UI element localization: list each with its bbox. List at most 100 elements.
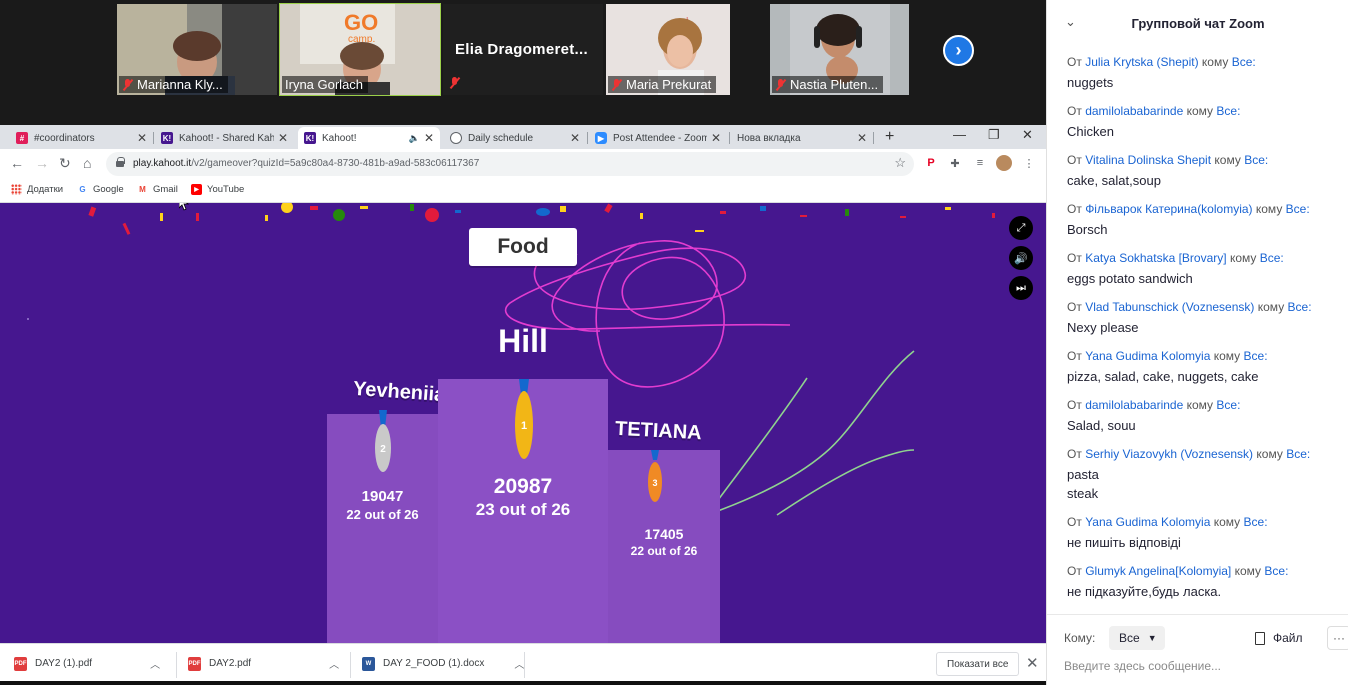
- svg-text:1: 1: [521, 420, 527, 432]
- close-tab-icon[interactable]: ✕: [711, 131, 721, 145]
- message-text: Salad, souu: [1067, 418, 1136, 433]
- home-icon[interactable]: ⌂: [83, 155, 91, 171]
- forward-icon[interactable]: →: [35, 155, 49, 171]
- back-icon[interactable]: ←: [10, 155, 24, 171]
- message-text: не підказуйте,будь ласка.: [1067, 584, 1222, 599]
- extensions-icon[interactable]: ✚: [947, 155, 963, 171]
- skip-icon: ⏭: [1016, 281, 1026, 294]
- download-item[interactable]: W DAY 2_FOOD (1).docx ︿: [362, 656, 524, 671]
- close-window-button[interactable]: ✕: [1022, 127, 1033, 143]
- sender-name[interactable]: Katya Sokhatska [Brovary]: [1085, 251, 1226, 265]
- sender-name[interactable]: Фільварок Катерина(kolomyia): [1085, 202, 1252, 216]
- skip-button[interactable]: ⏭: [1009, 276, 1033, 300]
- fullscreen-button[interactable]: ⤢: [1009, 216, 1033, 240]
- recipient-everyone[interactable]: Все:: [1232, 55, 1256, 69]
- volume-icon: 🔊: [1014, 252, 1028, 265]
- tab-new[interactable]: Нова вкладка ✕: [731, 127, 873, 149]
- message-meta: От Vlad Tabunschick (Voznesensk) кому Вс…: [1067, 300, 1342, 315]
- participant-name: Elia Dragomeret...: [455, 41, 588, 58]
- bookmark-star-icon[interactable]: ☆: [894, 155, 906, 171]
- sender-name[interactable]: Vitalina Dolinska Shepit: [1085, 153, 1211, 167]
- podium-1-score: 20987: [493, 475, 553, 498]
- downloads-bar: PDF DAY2 (1).pdf ︿ PDF DAY2.pdf ︿ W DAY …: [0, 643, 1046, 685]
- file-button[interactable]: Файл: [1255, 631, 1303, 645]
- sender-name[interactable]: Vlad Tabunschick (Voznesensk): [1085, 300, 1254, 314]
- close-tab-icon[interactable]: ✕: [278, 131, 288, 145]
- close-tab-icon[interactable]: ✕: [424, 131, 434, 145]
- to-label: кому: [1201, 55, 1229, 69]
- speaker-icon[interactable]: 🔈: [409, 133, 420, 144]
- recipient-everyone[interactable]: Все:: [1216, 104, 1240, 118]
- participant-tile-active[interactable]: GO camp. Iryna Gorlach: [279, 3, 441, 96]
- bookmark-youtube[interactable]: ▶ YouTube: [191, 184, 244, 195]
- participant-tile[interactable]: Marianna Kly...: [117, 4, 277, 95]
- download-separator: [524, 652, 525, 678]
- recipient-everyone[interactable]: Все:: [1244, 349, 1268, 363]
- profile-avatar[interactable]: [996, 155, 1012, 171]
- tab-daily-schedule[interactable]: Daily schedule ✕: [444, 127, 586, 149]
- minimize-button[interactable]: —: [953, 127, 966, 142]
- podium-3-name: TETIANA: [614, 417, 703, 445]
- chevron-up-icon[interactable]: ︿: [514, 656, 524, 671]
- file-icon: [1255, 631, 1265, 645]
- sender-name[interactable]: Yana Gudima Kolomyia: [1085, 349, 1210, 363]
- kahoot-icon: K!: [304, 132, 316, 144]
- bookmark-google[interactable]: G Google: [77, 184, 123, 195]
- chevron-up-icon[interactable]: ︿: [150, 656, 160, 671]
- sender-name[interactable]: damilolababarinde: [1085, 398, 1183, 412]
- bookmark-apps[interactable]: Додатки: [11, 184, 63, 195]
- tab-coordinators[interactable]: # #coordinators ✕: [10, 127, 153, 149]
- sender-name[interactable]: Glumyk Angelina[Kolomyia]: [1085, 564, 1231, 578]
- tab-kahoot-active[interactable]: K! Kahoot! 🔈 ✕: [298, 127, 440, 149]
- chevron-up-icon[interactable]: ︿: [329, 656, 339, 671]
- recipient-everyone[interactable]: Все:: [1244, 515, 1268, 529]
- recipient-select[interactable]: Все ▼: [1109, 626, 1165, 650]
- participant-tile[interactable]: Nastia Pluten...: [770, 4, 909, 95]
- sender-name[interactable]: Serhiy Viazovykh (Voznesensk): [1085, 447, 1253, 461]
- recipient-everyone[interactable]: Все:: [1260, 251, 1284, 265]
- next-participants-button[interactable]: ›: [943, 35, 974, 66]
- reload-icon[interactable]: ↻: [59, 155, 71, 172]
- media-controls-icon[interactable]: ≡: [972, 155, 988, 171]
- close-tab-icon[interactable]: ✕: [857, 131, 867, 145]
- download-item[interactable]: PDF DAY2 (1).pdf ︿: [14, 656, 160, 671]
- recipient-everyone[interactable]: Все:: [1216, 398, 1240, 412]
- pinterest-icon[interactable]: P: [923, 155, 939, 171]
- download-separator: [176, 652, 177, 678]
- address-bar[interactable]: play.kahoot.it/v2/gameover?quizId=5a9c80…: [106, 152, 914, 176]
- sender-name[interactable]: Julia Krytska (Shepit): [1085, 55, 1198, 69]
- sender-name[interactable]: damilolababarinde: [1085, 104, 1183, 118]
- show-all-downloads-button[interactable]: Показати все: [936, 652, 1020, 676]
- bookmark-gmail[interactable]: M Gmail: [137, 184, 178, 195]
- new-tab-button[interactable]: +: [885, 128, 894, 146]
- sender-name[interactable]: Yana Gudima Kolomyia: [1085, 515, 1210, 529]
- participant-tile[interactable]: axi Maria Prekurat: [606, 4, 730, 95]
- menu-icon[interactable]: ⋮: [1021, 155, 1037, 171]
- sound-button[interactable]: 🔊: [1009, 246, 1033, 270]
- tab-shared-kahoot[interactable]: K! Kahoot! - Shared Kahoot ✕: [155, 127, 294, 149]
- recipient-everyone[interactable]: Все:: [1286, 447, 1310, 461]
- download-filename: DAY 2_FOOD (1).docx: [383, 658, 485, 669]
- recipient-everyone[interactable]: Все:: [1288, 300, 1312, 314]
- more-options-button[interactable]: ···: [1327, 626, 1348, 650]
- word-file-icon: W: [362, 656, 375, 671]
- recipient-label: Кому:: [1064, 631, 1096, 645]
- chat-messages: От Julia Krytska (Shepit) кому Все: nugge…: [1067, 55, 1342, 613]
- close-tab-icon[interactable]: ✕: [137, 131, 147, 145]
- recipient-everyone[interactable]: Все:: [1264, 564, 1288, 578]
- recipient-everyone[interactable]: Все:: [1244, 153, 1268, 167]
- close-downloads-icon[interactable]: ✕: [1026, 654, 1039, 672]
- maximize-button[interactable]: ❐: [988, 127, 1000, 143]
- participant-tile[interactable]: Elia Dragomeret...: [443, 4, 603, 95]
- browser-chrome: # #coordinators ✕ K! Kahoot! - Shared Ka…: [0, 125, 1046, 203]
- recipient-everyone[interactable]: Все:: [1286, 202, 1310, 216]
- close-tab-icon[interactable]: ✕: [570, 131, 580, 145]
- tab-zoom[interactable]: ▶ Post Attendee - Zoom ✕: [589, 127, 727, 149]
- message-input[interactable]: Введите здесь сообщение...: [1064, 659, 1221, 673]
- download-item[interactable]: PDF DAY2.pdf ︿: [188, 656, 339, 671]
- message-text: cake, salat,soup: [1067, 173, 1161, 188]
- message-text: Borsch: [1067, 222, 1108, 237]
- tab-separator: [153, 132, 154, 144]
- pdf-file-icon: PDF: [14, 656, 27, 671]
- chat-title: Групповой чат Zoom: [1131, 16, 1265, 31]
